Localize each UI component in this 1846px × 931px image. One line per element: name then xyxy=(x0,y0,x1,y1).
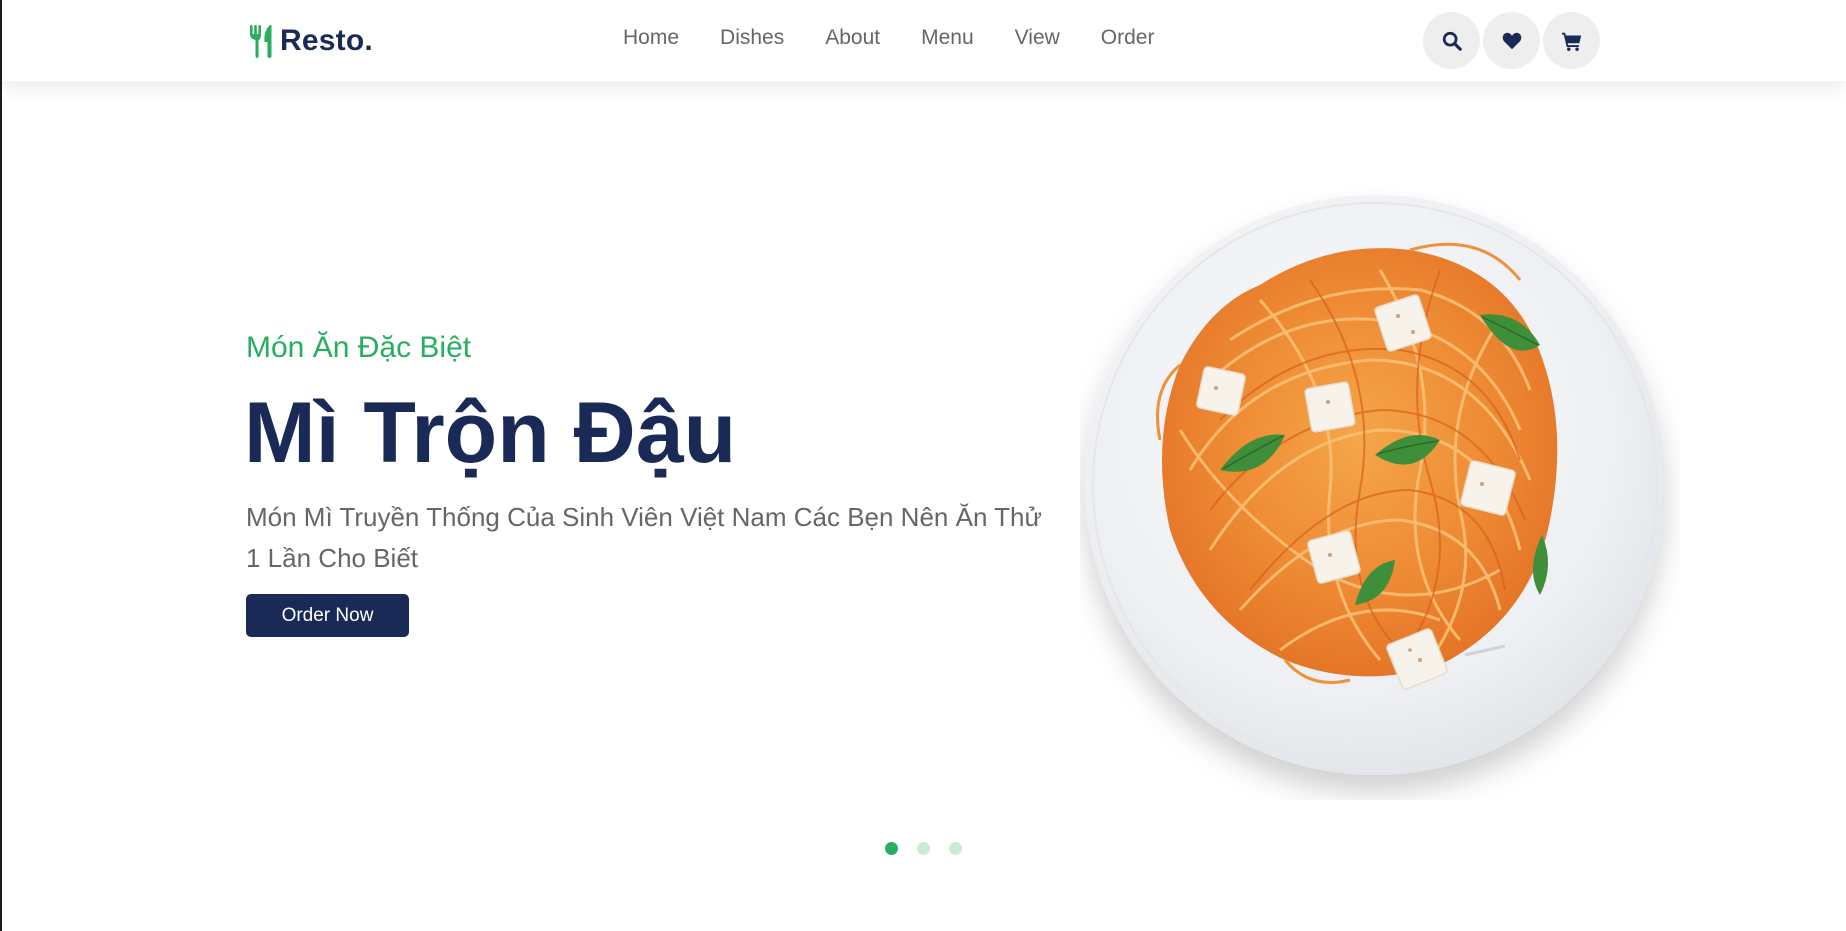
window-edge xyxy=(0,0,2,931)
cart-icon xyxy=(1561,32,1581,51)
heart-icon xyxy=(1502,32,1521,49)
hero-title: Mì Trộn Đậu xyxy=(244,385,737,481)
dish-image xyxy=(1085,195,1665,775)
nav-home[interactable]: Home xyxy=(623,26,679,50)
slider-pagination xyxy=(885,842,962,855)
slider-dot-3[interactable] xyxy=(949,842,962,855)
utensils-icon xyxy=(250,24,272,58)
hero-subtitle: Món Ăn Đặc Biệt xyxy=(246,331,472,364)
header-icons xyxy=(1423,12,1600,69)
search-button[interactable] xyxy=(1423,12,1480,69)
logo-text: Resto. xyxy=(280,24,373,57)
order-now-button[interactable]: Order Now xyxy=(246,594,409,637)
nav-about[interactable]: About xyxy=(825,26,880,50)
logo[interactable]: Resto. xyxy=(248,22,373,60)
slider-dot-2[interactable] xyxy=(917,842,930,855)
site-header: Resto. Home Dishes About Menu View Order xyxy=(0,0,1846,81)
nav-order[interactable]: Order xyxy=(1101,26,1155,50)
main-nav: Home Dishes About Menu View Order xyxy=(623,26,1154,50)
hero-description: Món Mì Truyền Thống Của Sinh Viên Việt N… xyxy=(246,502,1042,573)
cart-button[interactable] xyxy=(1543,12,1600,69)
favorites-button[interactable] xyxy=(1483,12,1540,69)
slider-dot-1[interactable] xyxy=(885,842,898,855)
page: Resto. Home Dishes About Menu View Order xyxy=(0,0,1846,931)
nav-view[interactable]: View xyxy=(1015,26,1060,50)
search-icon xyxy=(1442,31,1462,51)
nav-dishes[interactable]: Dishes xyxy=(720,26,784,50)
nav-menu[interactable]: Menu xyxy=(921,26,974,50)
